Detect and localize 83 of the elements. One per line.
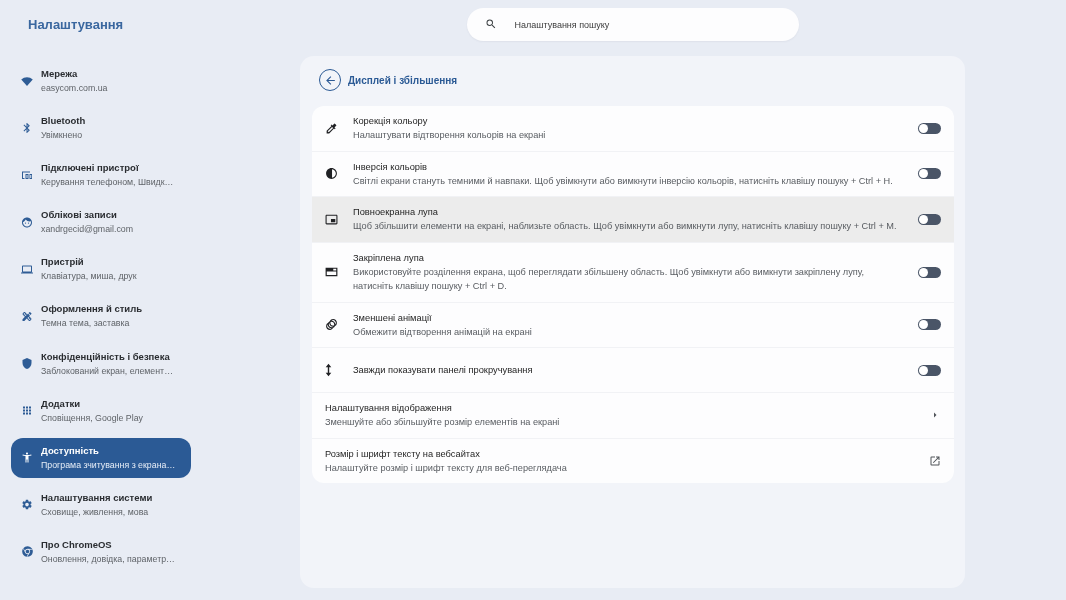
arrow-left-icon <box>323 73 337 87</box>
sidebar-item-subtitle: xandrgecid@gmail.com <box>41 223 134 237</box>
wifi-icon <box>21 76 33 86</box>
sidebar-item[interactable]: Bluetooth Увімкнено <box>11 108 191 149</box>
sidebar-item[interactable]: Про ChromeOS Оновлення, довідка, параметр… <box>11 531 191 572</box>
setting-row[interactable]: Зменшені анімації Обмежити відтворення анімацій на екрані <box>312 302 954 348</box>
toggle-switch[interactable] <box>918 266 941 278</box>
setting-description: Налаштуйте розмір і шрифт тексту для веб-переглядача <box>325 461 568 475</box>
search-field[interactable]: Налаштування пошуку <box>466 8 799 41</box>
sidebar-item[interactable]: Додатки Сповіщення, Google Play <box>11 390 191 431</box>
toggle-switch[interactable] <box>918 168 941 180</box>
external-link-icon[interactable] <box>929 454 941 467</box>
contrast-icon <box>325 167 338 181</box>
up-down-arrow-icon <box>325 363 332 377</box>
sidebar-item[interactable]: Конфіденційність і безпека Заблокований екран, елемент… <box>11 343 191 384</box>
setting-description: Щоб збільшити елементи на екрані, наблизьте область. Щоб увімкнути або вимкнути лупу, натисніть клавішу пошуку + Ctrl + M. <box>353 220 898 233</box>
sidebar-item-subtitle: Увімкнено <box>41 129 84 143</box>
sidebar-item-title: Мережа <box>41 67 79 81</box>
setting-description: Використовуйте розділення екрана, щоб переглядати збільшену область. Щоб увімкнути або вимкнути закріплену лупу, натисніть клавішу пошуку + Ctrl + D. <box>353 265 865 293</box>
sidebar-item-title: Облікові записи <box>41 208 118 223</box>
setting-title: Зменшені анімації <box>353 311 433 325</box>
sidebar-item-title: Пристрій <box>41 255 85 270</box>
face-icon <box>21 215 33 229</box>
sidebar-item[interactable]: Налаштування системи Сховище, живлення, мова <box>11 484 191 525</box>
sidebar-item-title: Додатки <box>41 396 82 411</box>
toggle-switch[interactable] <box>918 319 941 331</box>
eyedropper-icon <box>325 121 338 135</box>
sidebar-item[interactable]: Оформлення й стиль Темна тема, заставка <box>11 296 191 337</box>
setting-title: Закріплена лупа <box>353 251 425 265</box>
sidebar-item[interactable]: Підключені пристрої Керування телефоном, Швидк… <box>11 155 191 196</box>
sidebar-item-subtitle: Сховище, живлення, мова <box>41 505 150 519</box>
bluetooth-icon <box>21 122 33 135</box>
toggle-switch[interactable] <box>918 364 941 376</box>
page-title: Дисплей і збільшення <box>348 74 458 86</box>
sidebar-item-title: Bluetooth <box>41 114 86 129</box>
toggle-switch[interactable] <box>918 122 941 134</box>
sidebar-item-title: Оформлення й стиль <box>41 302 143 317</box>
gear-icon <box>21 498 33 512</box>
setting-title: Налаштування відображення <box>325 402 453 415</box>
setting-row[interactable]: Налаштування відображення Зменшуйте або збільшуйте розмір елементів на екрані <box>312 393 954 439</box>
setting-row[interactable]: Корекція кольору Налаштувати відтворення кольорів на екрані <box>312 106 954 152</box>
sidebar-item-title: Доступність <box>41 443 100 458</box>
toggle-switch[interactable] <box>918 213 941 225</box>
sidebar-item[interactable]: Пристрій Клавіатура, миша, друк <box>11 249 191 290</box>
sidebar-item-title: Налаштування системи <box>41 490 153 505</box>
setting-title: Завжди показувати панелі прокручування <box>353 364 534 377</box>
setting-description: Зменшуйте або збільшуйте розмір елементів на екрані <box>325 416 561 429</box>
setting-title: Повноекранна лупа <box>353 206 439 219</box>
setting-row[interactable]: Повноекранна лупа Щоб збільшити елементи на екрані, наблизьте область. Щоб увімкнути або вимкнути лупу, натисніть клавішу пошуку + Ctrl + M. <box>312 197 954 243</box>
sidebar-item[interactable]: Мережа easycom.com.ua <box>11 61 191 101</box>
sidebar-item-subtitle: easycom.com.ua <box>41 82 108 95</box>
setting-description: Обмежити відтворення анімацій на екрані <box>353 325 533 339</box>
circle-logo-icon <box>21 546 33 558</box>
setting-title: Розмір і шрифт тексту на вебсайтах <box>325 447 481 461</box>
sidebar-item[interactable]: Доступність Програма зчитування з екрана… <box>11 437 191 478</box>
shield-icon <box>21 357 33 371</box>
sidebar-item-subtitle: Темна тема, заставка <box>41 317 131 331</box>
setting-row[interactable]: Завжди показувати панелі прокручування <box>312 348 954 393</box>
devices-icon <box>21 170 33 181</box>
sidebar-item-title: Про ChromeOS <box>41 537 113 552</box>
search-icon <box>484 18 497 30</box>
sidebar-item-subtitle: Заблокований екран, елемент… <box>41 364 173 378</box>
circles-icon <box>325 318 338 332</box>
sidebar-item-subtitle: Програма зчитування з екрана… <box>41 458 176 472</box>
sidebar-item-subtitle: Сповіщення, Google Play <box>41 411 143 425</box>
setting-title: Інверсія кольорів <box>353 160 428 174</box>
pencil-ruler-icon <box>21 309 33 323</box>
setting-row[interactable]: Розмір і шрифт тексту на вебсайтах Налаштуйте розмір і шрифт тексту для веб-переглядача <box>312 438 954 483</box>
setting-description: Світлі екрани стануть темними й навпаки. Щоб увімкнути або вимкнути інверсію кольорів, натисніть клавішу пошуку + Ctrl + H. <box>353 174 894 188</box>
window-icon <box>325 267 338 277</box>
sidebar-item-subtitle: Клавіатура, миша, друк <box>41 270 137 284</box>
setting-row[interactable]: Закріплена лупа Використовуйте розділення екрана, щоб переглядати збільшену область. Щоб увімкнути або вимкнути закріплену лупу, натисніть клавішу пошуку + Ctrl + D. <box>312 242 954 303</box>
sidebar-item-title: Підключені пристрої <box>41 161 140 176</box>
sidebar-item[interactable]: Облікові записи xandrgecid@gmail.com <box>11 202 191 243</box>
window-icon <box>325 212 338 226</box>
sidebar-item-subtitle: Оновлення, довідка, параметр… <box>41 552 175 566</box>
setting-title: Корекція кольору <box>353 115 429 128</box>
person-icon <box>21 451 33 465</box>
grid-icon <box>21 404 33 418</box>
sidebar-item-subtitle: Керування телефоном, Швидк… <box>41 176 174 190</box>
app-title: Налаштування <box>28 17 124 32</box>
sidebar-item-title: Конфіденційність і безпека <box>41 349 171 364</box>
setting-description: Налаштувати відтворення кольорів на екрані <box>353 129 547 142</box>
